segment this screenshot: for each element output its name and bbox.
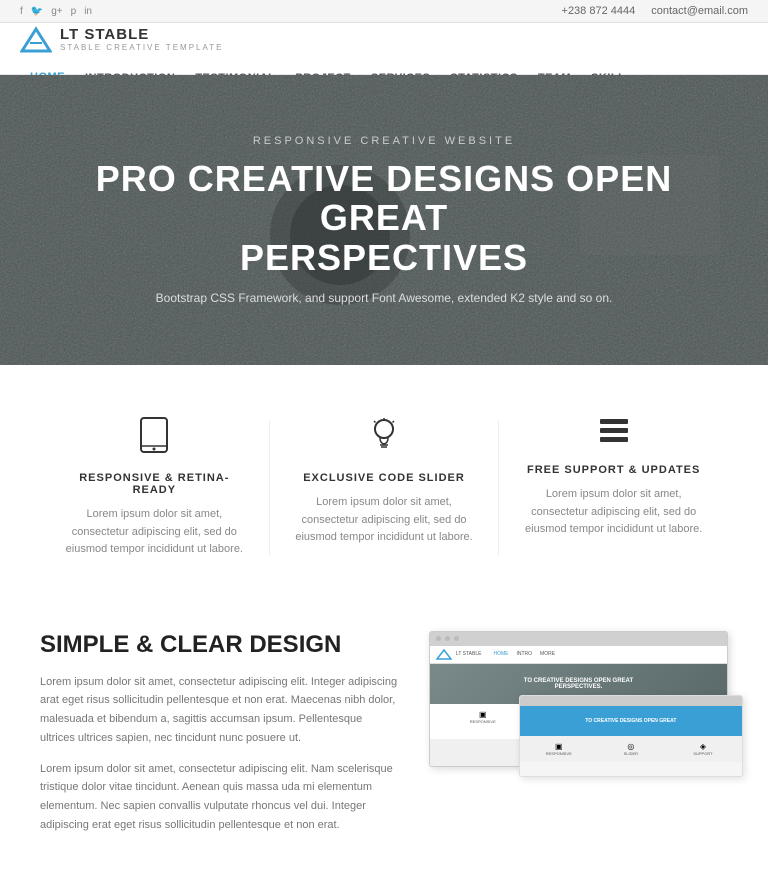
about-paragraph-1: Lorem ipsum dolor sit amet, consectetur … — [40, 673, 399, 748]
mockup-nav-home: HOME — [493, 651, 508, 657]
brand-logo — [20, 23, 52, 55]
mockup-nav-intro: INTRO — [516, 651, 532, 657]
feature-support-desc: Lorem ipsum dolor sit amet, consectetur … — [519, 486, 708, 539]
hero-subtitle: RESPONSIVE CREATIVE WEBSITE — [96, 135, 672, 147]
about-mockup-block: LT STABLE HOME INTRO MORE TO CREATIVE DE… — [429, 631, 728, 847]
brand[interactable]: LT STABLE STABLE CREATIVE TEMPLATE — [20, 23, 223, 55]
mockup-dot-2 — [445, 636, 450, 641]
feature-responsive: RESPONSIVE & RETINA-READY Lorem ipsum do… — [40, 401, 269, 575]
brand-sub: STABLE CREATIVE TEMPLATE — [60, 43, 223, 52]
mockup-logo-icon — [436, 648, 452, 660]
linkedin-icon[interactable]: in — [84, 6, 92, 17]
feature-responsive-desc: Lorem ipsum dolor sit amet, consectetur … — [60, 506, 249, 559]
top-bar: f 🐦 g+ p in +238 872 4444 contact@email.… — [0, 0, 768, 23]
mockup-dot-1 — [436, 636, 441, 641]
mockup-hero-text: TO CREATIVE DESIGNS OPEN GREAT PERSPECTI… — [518, 678, 638, 690]
hero-content: RESPONSIVE CREATIVE WEBSITE PRO CREATIVE… — [56, 135, 712, 306]
hero-title: PRO CREATIVE DESIGNS OPEN GREAT PERSPECT… — [96, 159, 672, 278]
mockup-feature-1: ▣ RESPONSIVE — [438, 710, 528, 733]
mockup-secondary-screen: TO CREATIVE DESIGNS OPEN GREAT ▣ RESPONS… — [519, 695, 743, 777]
email-address: contact@email.com — [651, 5, 748, 17]
features-section: RESPONSIVE & RETINA-READY Lorem ipsum do… — [0, 365, 768, 611]
phone-number: +238 872 4444 — [562, 5, 636, 17]
hero-description: Bootstrap CSS Framework, and support Fon… — [134, 291, 634, 305]
mockup-titlebar — [430, 632, 727, 646]
brand-text: LT STABLE STABLE CREATIVE TEMPLATE — [60, 26, 223, 52]
about-paragraph-2: Lorem ipsum dolor sit amet, consectetur … — [40, 760, 399, 835]
feature-slider-desc: Lorem ipsum dolor sit amet, consectetur … — [290, 494, 479, 547]
mockup-container: LT STABLE HOME INTRO MORE TO CREATIVE DE… — [429, 631, 728, 767]
mockup-nav: LT STABLE HOME INTRO MORE — [430, 646, 727, 664]
mockup-tablet-icon: ▣ — [438, 710, 528, 719]
feature-support: FREE SUPPORT & UPDATES Lorem ipsum dolor… — [499, 401, 728, 575]
feature-responsive-title: RESPONSIVE & RETINA-READY — [60, 472, 249, 496]
brand-name: LT STABLE — [60, 26, 223, 43]
hero-section: RESPONSIVE CREATIVE WEBSITE PRO CREATIVE… — [0, 75, 768, 365]
mockup-feature-label-1: RESPONSIVE — [438, 719, 528, 724]
bulb-icon — [290, 417, 479, 460]
mockup-brand: LT STABLE — [456, 651, 482, 657]
mockup-secondary-bar — [520, 696, 742, 706]
feature-slider-title: EXCLUSIVE CODE SLIDER — [290, 472, 479, 484]
tablet-icon — [60, 417, 249, 460]
twitter-icon[interactable]: 🐦 — [31, 6, 43, 17]
social-links[interactable]: f 🐦 g+ p in — [20, 6, 92, 17]
list-icon — [519, 417, 708, 452]
about-text-block: SIMPLE & CLEAR DESIGN Lorem ipsum dolor … — [40, 631, 399, 847]
facebook-icon[interactable]: f — [20, 6, 23, 17]
contact-info: +238 872 4444 contact@email.com — [562, 5, 748, 17]
about-section: SIMPLE & CLEAR DESIGN Lorem ipsum dolor … — [0, 611, 768, 876]
pinterest-icon[interactable]: p — [71, 6, 77, 17]
google-plus-icon[interactable]: g+ — [51, 6, 62, 17]
mockup-nav-more: MORE — [540, 651, 555, 657]
navbar: LT STABLE STABLE CREATIVE TEMPLATE HOME … — [0, 23, 768, 75]
mockup-dot-3 — [454, 636, 459, 641]
mockup-secondary-body: TO CREATIVE DESIGNS OPEN GREAT ▣ RESPONS… — [520, 706, 742, 776]
about-title: SIMPLE & CLEAR DESIGN — [40, 631, 399, 659]
feature-support-title: FREE SUPPORT & UPDATES — [519, 464, 708, 476]
feature-slider: EXCLUSIVE CODE SLIDER Lorem ipsum dolor … — [270, 401, 499, 575]
